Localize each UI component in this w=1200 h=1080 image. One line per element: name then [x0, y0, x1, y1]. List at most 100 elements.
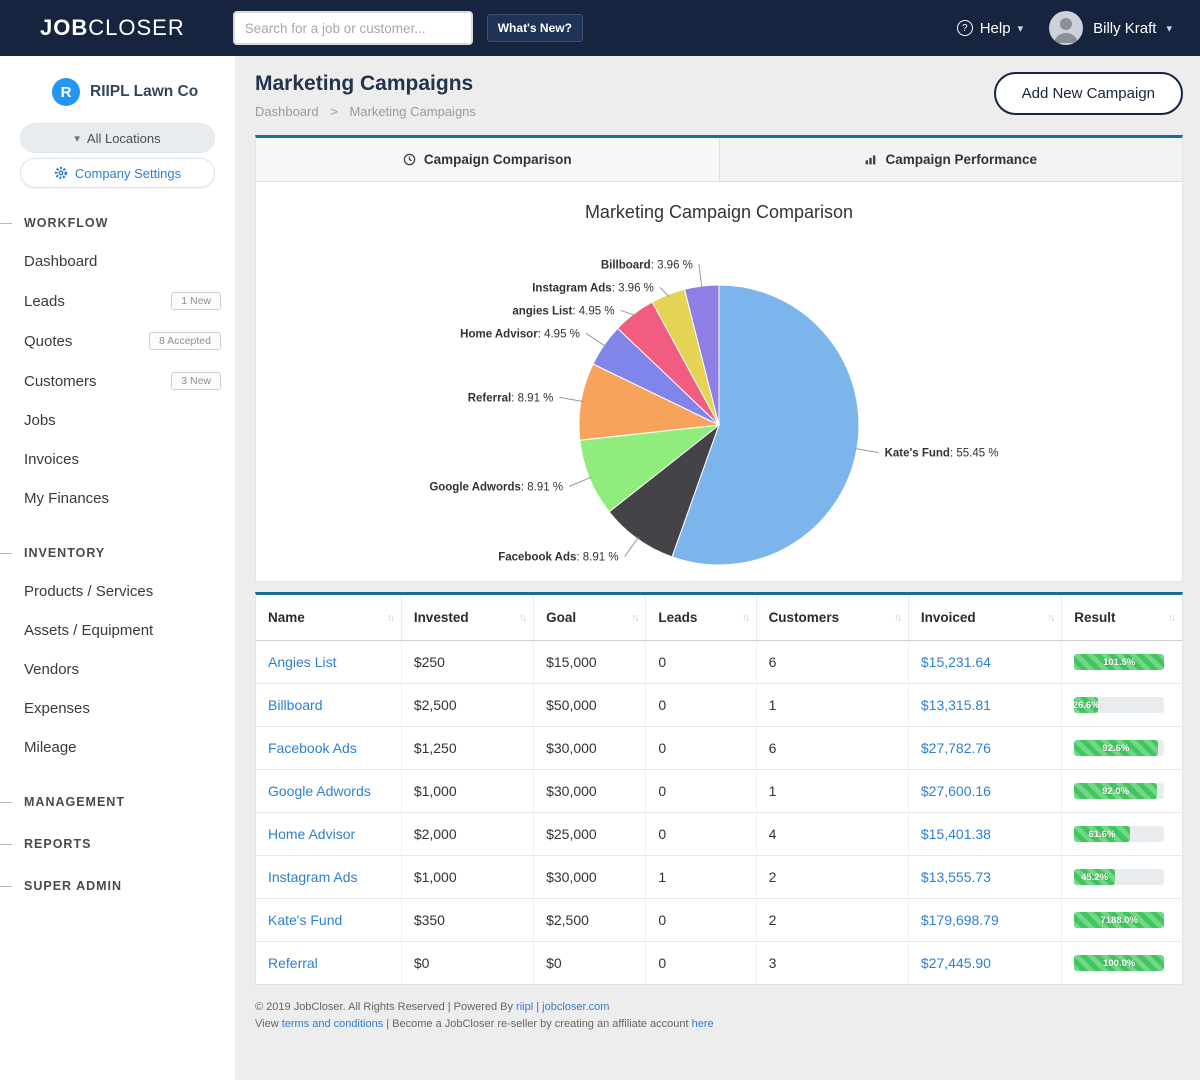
page-title: Marketing Campaigns — [255, 72, 476, 96]
sidebar-item-leads[interactable]: Leads1 New — [0, 281, 235, 321]
table-row-angies-list: Angies List$250$15,00006$15,231.64101.5% — [256, 641, 1182, 684]
sidebar-item-mileage[interactable]: Mileage — [0, 728, 235, 767]
logo-bold: JOB — [40, 15, 88, 40]
add-new-campaign-button[interactable]: Add New Campaign — [994, 72, 1183, 115]
sidebar-item-assets-equipment[interactable]: Assets / Equipment — [0, 611, 235, 650]
column-header-name[interactable]: Name ↑↓ — [256, 595, 401, 641]
result-progress-bar: 7188.0% — [1074, 912, 1164, 928]
column-header-label: Customers — [769, 610, 840, 625]
sidebar-item-quotes[interactable]: Quotes8 Accepted — [0, 321, 235, 361]
footer-text: © 2019 JobCloser. All Rights Reserved | … — [255, 1001, 516, 1013]
user-menu[interactable]: Billy Kraft ▾ — [1049, 11, 1172, 45]
campaign-name-link[interactable]: Referral — [268, 955, 318, 971]
sidebar-item-dashboard[interactable]: Dashboard — [0, 242, 235, 281]
campaign-name-link[interactable]: Kate's Fund — [268, 912, 342, 928]
column-header-goal[interactable]: Goal↑↓ — [534, 595, 646, 641]
invoiced-link[interactable]: $27,600.16 — [921, 783, 991, 799]
breadcrumb-current: Marketing Campaigns — [349, 104, 475, 119]
breadcrumb-dashboard[interactable]: Dashboard — [255, 104, 319, 119]
help-menu[interactable]: ? Help ▾ — [957, 20, 1023, 37]
sidebar-section-management[interactable]: MANAGEMENT — [0, 795, 235, 809]
sidebar-item-products-services[interactable]: Products / Services — [0, 572, 235, 611]
invested-cell: $350 — [401, 899, 533, 942]
customers-cell: 2 — [756, 899, 908, 942]
goal-cell: $15,000 — [534, 641, 646, 684]
result-progress-bar: 101.5% — [1074, 654, 1164, 670]
column-header-invested[interactable]: Invested↑↓ — [401, 595, 533, 641]
campaign-name-link[interactable]: Instagram Ads — [268, 869, 358, 885]
customers-cell: 6 — [756, 641, 908, 684]
sidebar-item-badge: 3 New — [171, 372, 221, 390]
table-row-facebook-ads: Facebook Ads$1,250$30,00006$27,782.7692.… — [256, 727, 1182, 770]
sort-icon[interactable]: ↑↓ — [1168, 612, 1174, 623]
column-header-invoiced[interactable]: Invoiced↑↓ — [908, 595, 1061, 641]
invoiced-link[interactable]: $15,231.64 — [921, 654, 991, 670]
company-settings-button[interactable]: Company Settings — [20, 158, 215, 188]
sidebar-item-label: My Finances — [24, 490, 109, 507]
column-header-label: Name — [268, 610, 305, 625]
sidebar-section-inventory[interactable]: INVENTORY — [0, 546, 235, 560]
main-content: Marketing Campaigns Dashboard > Marketin… — [235, 56, 1200, 1080]
tab-campaign-performance[interactable]: Campaign Performance — [719, 138, 1183, 181]
invoiced-link[interactable]: $13,555.73 — [921, 869, 991, 885]
footer-text: | — [533, 1001, 542, 1013]
sidebar-item-jobs[interactable]: Jobs — [0, 401, 235, 440]
footer-link[interactable]: here — [692, 1018, 714, 1030]
breadcrumb: Dashboard > Marketing Campaigns — [255, 104, 476, 119]
goal-cell: $30,000 — [534, 856, 646, 899]
campaign-name-link[interactable]: Google Adwords — [268, 783, 371, 799]
sidebar-item-customers[interactable]: Customers3 New — [0, 361, 235, 401]
tab-label: Campaign Performance — [885, 152, 1037, 167]
invoiced-link[interactable]: $27,782.76 — [921, 740, 991, 756]
sort-icon[interactable]: ↑↓ — [631, 612, 637, 623]
footer-link[interactable]: terms and conditions — [282, 1018, 384, 1030]
table-header-row: Name↑↓Invested↑↓Goal↑↓Leads↑↓Customers↑↓… — [256, 595, 1182, 641]
column-header-leads[interactable]: Leads↑↓ — [646, 595, 756, 641]
result-progress-track: 45.2% — [1074, 869, 1164, 885]
footer-link[interactable]: jobcloser.com — [542, 1001, 609, 1013]
invoiced-link[interactable]: $179,698.79 — [921, 912, 999, 928]
sidebar-item-my-finances[interactable]: My Finances — [0, 479, 235, 518]
invested-cell: $1,250 — [401, 727, 533, 770]
invoiced-link[interactable]: $27,445.90 — [921, 955, 991, 971]
sidebar-item-vendors[interactable]: Vendors — [0, 650, 235, 689]
result-percentage-label: 7188.0% — [1100, 915, 1138, 926]
search-input[interactable] — [233, 11, 473, 45]
sort-icon[interactable]: ↑↓ — [1047, 612, 1053, 623]
sidebar-item-label: Assets / Equipment — [24, 622, 153, 639]
result-percentage-label: 92.0% — [1102, 786, 1129, 797]
pie-label-connector — [855, 449, 879, 453]
result-percentage-label: 45.2% — [1081, 872, 1108, 883]
sidebar: R RIIPL Lawn Co ▾ All Locations Company … — [0, 56, 235, 1080]
app-logo[interactable]: JOBCLOSER — [40, 15, 185, 41]
company-logo: R — [52, 78, 80, 106]
invoiced-link[interactable]: $15,401.38 — [921, 826, 991, 842]
column-header-customers[interactable]: Customers ↑↓ — [756, 595, 908, 641]
sidebar-section-workflow[interactable]: WORKFLOW — [0, 216, 235, 230]
whats-new-button[interactable]: What's New? — [487, 14, 583, 42]
company-header[interactable]: R RIIPL Lawn Co — [0, 72, 235, 118]
bar-chart-icon — [864, 153, 877, 166]
campaign-name-link[interactable]: Facebook Ads — [268, 740, 357, 756]
tab-campaign-comparison[interactable]: Campaign Comparison — [256, 138, 719, 181]
sidebar-item-expenses[interactable]: Expenses — [0, 689, 235, 728]
result-progress-track: 101.5% — [1074, 654, 1164, 670]
sort-icon[interactable]: ↑↓ — [894, 612, 900, 623]
all-locations-dropdown[interactable]: ▾ All Locations — [20, 123, 215, 153]
campaign-name-link[interactable]: Home Advisor — [268, 826, 355, 842]
campaign-name-link[interactable]: Billboard — [268, 697, 322, 713]
table-row-home-advisor: Home Advisor$2,000$25,00004$15,401.3861.… — [256, 813, 1182, 856]
chart-title: Marketing Campaign Comparison — [256, 182, 1182, 229]
column-header-result[interactable]: Result↑↓ — [1062, 595, 1182, 641]
sort-icon[interactable]: ↑↓ — [742, 612, 748, 623]
pie-slice-label: Home Advisor: 4.95 % — [460, 328, 580, 340]
campaign-name-link[interactable]: Angies List — [268, 654, 336, 670]
sidebar-section-reports[interactable]: REPORTS — [0, 837, 235, 851]
sidebar-item-invoices[interactable]: Invoices — [0, 440, 235, 479]
invoiced-link[interactable]: $13,315.81 — [921, 697, 991, 713]
sort-icon[interactable]: ↑↓ — [387, 612, 393, 623]
sidebar-section-super-admin[interactable]: SUPER ADMIN — [0, 879, 235, 893]
topbar: JOBCLOSER What's New? ? Help ▾ Billy Kra… — [0, 0, 1200, 56]
sort-icon[interactable]: ↑↓ — [519, 612, 525, 623]
footer-link[interactable]: riipl — [516, 1001, 533, 1013]
